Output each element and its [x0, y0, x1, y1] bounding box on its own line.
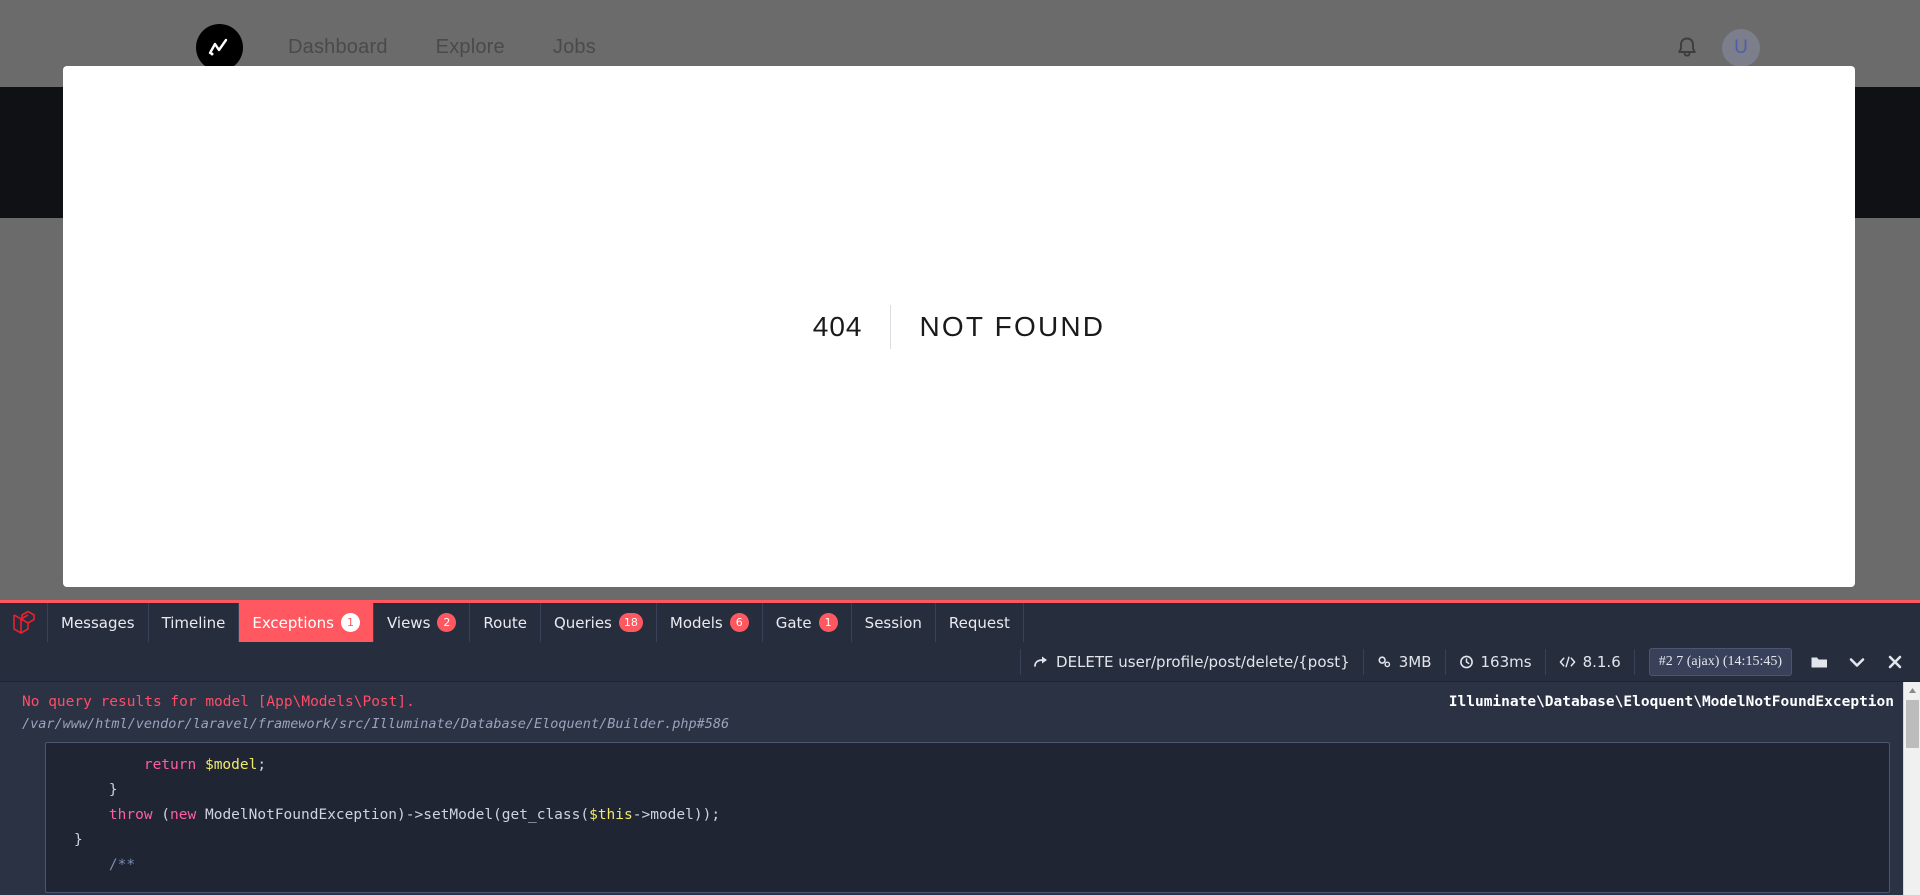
tab-badge: 2	[437, 613, 457, 632]
clock-icon	[1459, 655, 1474, 669]
bell-icon[interactable]	[1674, 34, 1700, 62]
code-token: throw	[108, 807, 153, 823]
code-token: /**	[74, 857, 136, 873]
code-line: }	[46, 778, 1889, 803]
code-line: }	[46, 828, 1889, 853]
tab-label: Request	[948, 613, 1010, 632]
exception-scrollbar[interactable]	[1903, 682, 1920, 895]
tab-badge: 18	[618, 613, 643, 632]
nav-link-jobs[interactable]: Jobs	[553, 36, 596, 59]
debugbar-tab-views[interactable]: Views 2	[374, 603, 471, 642]
code-token: ModelNotFoundException)->setModel(get_cl…	[196, 807, 590, 823]
laravel-logo	[0, 603, 48, 642]
exception-header: No query results for model [App\Models\P…	[0, 694, 1920, 732]
code-token: }	[74, 782, 118, 798]
close-icon[interactable]	[1884, 651, 1906, 673]
code-line: /**	[46, 853, 1889, 878]
time-value: 163ms	[1480, 652, 1532, 671]
nav-links: Dashboard Explore Jobs	[288, 36, 596, 59]
code-token: (	[152, 807, 171, 823]
debugbar-tab-exceptions[interactable]: Exceptions 1	[239, 603, 374, 642]
code-token: new	[170, 807, 197, 823]
code-token: ;	[257, 757, 267, 773]
memory-info: 3MB	[1364, 648, 1446, 675]
share-arrow-icon	[1034, 655, 1049, 669]
code-token: ->model));	[632, 807, 721, 823]
tab-label: Views	[386, 613, 431, 632]
tab-label: Gate	[775, 613, 812, 632]
tab-label: Route	[483, 613, 527, 632]
exception-header-left: No query results for model [App\Models\P…	[22, 694, 1425, 732]
tab-label: Exceptions	[252, 613, 334, 632]
debugbar-tabs: Messages Timeline Exceptions 1 Views 2 R…	[0, 603, 1920, 642]
nav-link-explore[interactable]: Explore	[436, 36, 505, 59]
code-token: $model	[204, 757, 258, 773]
exception-file-path[interactable]: /var/www/html/vendor/laravel/framework/s…	[22, 716, 1425, 732]
debugbar-tab-session[interactable]: Session	[852, 603, 936, 642]
error-modal-panel: 404 NOT FOUND	[63, 66, 1855, 587]
tab-label: Messages	[61, 613, 135, 632]
scrollbar-thumb[interactable]	[1906, 700, 1919, 748]
code-token: return	[143, 757, 197, 773]
route-info[interactable]: DELETE user/profile/post/delete/{post}	[1020, 648, 1364, 675]
laravel-debugbar: Messages Timeline Exceptions 1 Views 2 R…	[0, 600, 1920, 895]
debugbar-info-row: DELETE user/profile/post/delete/{post} 3…	[0, 642, 1920, 682]
tab-badge: 1	[818, 613, 838, 632]
not-found-message: 404 NOT FOUND	[813, 299, 1105, 355]
analytics-logo[interactable]	[196, 24, 243, 71]
chevron-down-icon[interactable]	[1846, 651, 1868, 673]
exception-class: Illuminate\Database\Eloquent\ModelNotFou…	[1448, 694, 1894, 710]
memory-value: 3MB	[1398, 652, 1432, 671]
request-select[interactable]: #2 7 (ajax) (14:15:45)	[1648, 647, 1792, 676]
exception-message: No query results for model [App\Models\P…	[22, 694, 415, 710]
error-text: NOT FOUND	[919, 310, 1106, 342]
folder-icon[interactable]	[1808, 651, 1830, 673]
debugbar-tab-gate[interactable]: Gate 1	[763, 603, 852, 642]
app-root: Dashboard Explore Jobs U 404 NOT FOUND M…	[0, 0, 1920, 895]
code-tag-icon	[1559, 655, 1576, 669]
avatar[interactable]: U	[1722, 28, 1760, 67]
tab-badge: 1	[340, 613, 360, 632]
nav-link-dashboard[interactable]: Dashboard	[288, 36, 388, 59]
debugbar-tab-request[interactable]: Request	[936, 603, 1024, 642]
code-token: $this	[589, 807, 633, 823]
debugbar-tab-models[interactable]: Models 6	[657, 603, 763, 642]
exception-panel: No query results for model [App\Models\P…	[0, 682, 1920, 895]
route-label: DELETE user/profile/post/delete/{post}	[1056, 652, 1350, 671]
nav-right-controls: U	[1674, 28, 1760, 67]
time-info: 163ms	[1446, 648, 1546, 675]
debugbar-tab-timeline[interactable]: Timeline	[149, 603, 240, 642]
code-token: }	[74, 832, 83, 848]
error-code: 404	[812, 310, 863, 342]
tab-label: Session	[864, 613, 922, 632]
tab-label: Queries	[553, 613, 612, 632]
exception-code-block: return $model; } throw (new ModelNotFoun…	[45, 742, 1890, 893]
code-line: throw (new ModelNotFoundException)->setM…	[46, 803, 1889, 828]
gears-icon	[1377, 655, 1392, 669]
tab-badge: 6	[729, 613, 749, 632]
debugbar-tab-queries[interactable]: Queries 18	[541, 603, 657, 642]
debugbar-tab-messages[interactable]: Messages	[48, 603, 149, 642]
scroll-up-arrow-icon[interactable]	[1904, 682, 1920, 699]
php-version-info: 8.1.6	[1546, 648, 1635, 675]
debugbar-tab-route[interactable]: Route	[470, 603, 541, 642]
tab-label: Models	[669, 613, 723, 632]
php-version-value: 8.1.6	[1582, 652, 1621, 671]
code-line: return $model;	[46, 753, 1889, 778]
tab-label: Timeline	[161, 613, 226, 632]
